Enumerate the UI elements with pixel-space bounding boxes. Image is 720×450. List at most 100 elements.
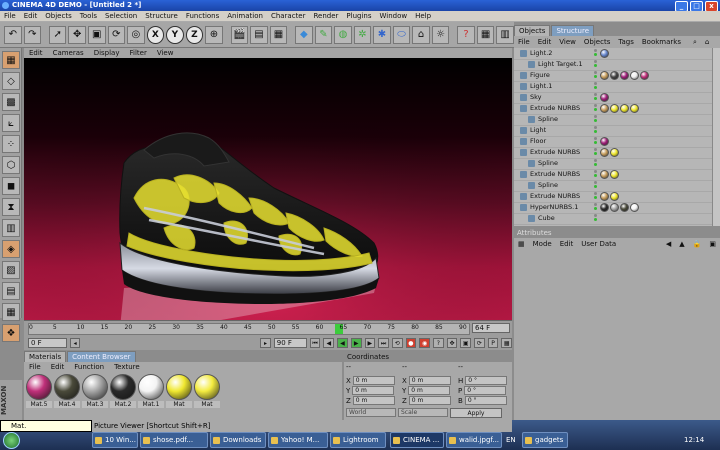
workplane-icon[interactable]: ▨	[2, 261, 20, 279]
layout-split-icon[interactable]: ▥	[496, 25, 514, 44]
taskbar-item[interactable]: CINEMA ...	[390, 432, 444, 448]
visibility-dots-icon[interactable]	[594, 126, 599, 134]
start-button[interactable]	[3, 432, 20, 449]
array-icon[interactable]: ✲	[353, 25, 372, 44]
light-icon[interactable]: ☼	[431, 25, 450, 44]
3d-viewport[interactable]	[24, 58, 512, 320]
next-arrow-icon[interactable]: ▸	[260, 337, 271, 348]
points-tool-icon[interactable]: ⁘	[2, 135, 20, 153]
visibility-dots-icon[interactable]	[594, 137, 599, 145]
material-tag-icon[interactable]	[600, 148, 609, 157]
objects-menu-objects[interactable]: Objects	[580, 36, 614, 48]
material-tag-icon[interactable]	[600, 71, 609, 80]
menu-character[interactable]: Character	[267, 11, 310, 22]
search-icon[interactable]: ⌕	[689, 36, 701, 48]
material-tag-icon[interactable]	[600, 170, 609, 179]
home-icon[interactable]: ⌂	[701, 36, 713, 48]
coordinate-field[interactable]: 0 m	[352, 396, 395, 405]
material-tag-icon[interactable]	[640, 71, 649, 80]
spline-pen-icon[interactable]: ✎	[314, 25, 333, 44]
coordinate-field[interactable]: 0 m	[352, 386, 395, 395]
frame-display[interactable]: 64 F	[472, 323, 510, 333]
menu-window[interactable]: Window	[376, 11, 412, 22]
taskbar-item[interactable]: gadgets	[522, 432, 568, 448]
deformer-icon[interactable]: ✱	[373, 25, 391, 44]
move-icon[interactable]: ✥	[68, 25, 87, 44]
material-tag-icon[interactable]	[610, 203, 619, 212]
taskbar-item[interactable]: Yahoo! M...	[268, 432, 328, 448]
cube-primitive-icon[interactable]: ◆	[295, 25, 313, 44]
menu-edit[interactable]: Edit	[20, 11, 42, 22]
autokey-icon[interactable]: ◉	[419, 337, 430, 348]
coordinate-field[interactable]: 0 °	[464, 386, 507, 395]
material-swatch[interactable]: Mat	[166, 374, 192, 408]
layout-icon[interactable]: ▦	[476, 25, 495, 44]
animation-mode-icon[interactable]: ⧗	[2, 198, 20, 216]
taskbar-item[interactable]: 10 Win...	[92, 432, 138, 448]
loop-icon[interactable]: ⟲	[391, 337, 403, 348]
live-select-icon[interactable]: ➚	[48, 25, 67, 44]
tweak-mode-icon[interactable]: ▥	[2, 219, 20, 237]
point-level-icon[interactable]: ▦	[501, 337, 513, 348]
taskbar-item[interactable]: walid.jpgf...	[446, 432, 502, 448]
coordinate-field[interactable]: 0 m	[408, 376, 451, 385]
camera-icon[interactable]: ⌂	[412, 25, 430, 44]
menu-help[interactable]: Help	[411, 11, 435, 22]
rotate-icon[interactable]: ⟳	[107, 25, 126, 44]
recent-tool-icon[interactable]: ◎	[127, 25, 145, 44]
attributes-menu-mode[interactable]: Mode	[529, 238, 556, 250]
material-swatch[interactable]: Mat.4	[54, 374, 80, 408]
z-axis-button[interactable]: Z	[185, 25, 204, 44]
prev-arrow-icon[interactable]: ◂	[69, 337, 81, 348]
lock-icon[interactable]: 🔒	[689, 238, 706, 250]
objects-menu-tags[interactable]: Tags	[614, 36, 638, 48]
prev-key-icon[interactable]: ◀	[323, 337, 335, 348]
polygons-tool-icon[interactable]: ◼	[2, 177, 20, 195]
render-picture-viewer-icon[interactable]: ▤	[250, 25, 268, 44]
coordinate-system-icon[interactable]: ⊕	[205, 25, 223, 44]
language-indicator[interactable]: EN	[506, 436, 522, 446]
materials-menu-edit[interactable]: Edit	[46, 362, 70, 372]
use-texture-axis-icon[interactable]: ⟀	[2, 114, 20, 132]
up-arrow-icon[interactable]: ▲	[675, 238, 688, 250]
material-tag-icon[interactable]	[600, 192, 609, 201]
paint-icon[interactable]: ❖	[2, 324, 20, 342]
material-tag-icon[interactable]	[620, 104, 629, 113]
object-row[interactable]: Cube	[514, 213, 712, 225]
visibility-dots-icon[interactable]	[594, 115, 599, 123]
render-settings-icon[interactable]: ▦	[269, 25, 288, 44]
render-view-icon[interactable]: 🎬	[230, 25, 249, 44]
taskbar-item[interactable]: shose.pdf...	[140, 432, 208, 448]
viewport-menu-cameras[interactable]: Cameras	[48, 48, 89, 58]
menu-render[interactable]: Render	[310, 11, 343, 22]
material-tag-icon[interactable]	[620, 71, 629, 80]
objects-menu-bookmarks[interactable]: Bookmarks	[638, 36, 685, 48]
visibility-dots-icon[interactable]	[594, 203, 599, 211]
keyframe-selection-icon[interactable]: ?	[432, 337, 444, 348]
apply-button[interactable]: Apply	[450, 408, 502, 418]
material-tag-icon[interactable]	[600, 203, 609, 212]
viewport-menu-edit[interactable]: Edit	[24, 48, 48, 58]
material-swatch[interactable]: Mat.5	[26, 374, 52, 408]
material-tag-icon[interactable]	[630, 104, 639, 113]
menu-plugins[interactable]: Plugins	[342, 11, 375, 22]
undo-icon[interactable]: ↶	[4, 25, 22, 44]
nurbs-icon[interactable]: ◍	[334, 25, 352, 44]
menu-objects[interactable]: Objects	[41, 11, 75, 22]
materials-menu-file[interactable]: File	[24, 362, 46, 372]
use-object-tool-icon[interactable]: ◇	[2, 72, 20, 90]
redo-icon[interactable]: ↷	[23, 25, 42, 44]
visibility-dots-icon[interactable]	[594, 159, 599, 167]
visibility-dots-icon[interactable]	[594, 214, 599, 222]
material-tag-icon[interactable]	[620, 203, 629, 212]
timeline-ruler[interactable]: 0 5 10 15 20 25 30 35 40 45 50 55 60 65 70 75 80 85 90	[28, 323, 470, 335]
material-swatch[interactable]: Mat.2	[110, 374, 136, 408]
viewport-menu-filter[interactable]: Filter	[125, 48, 152, 58]
visibility-dots-icon[interactable]	[594, 71, 599, 79]
coordinate-field[interactable]: 0 °	[464, 396, 507, 405]
material-tag-icon[interactable]	[630, 203, 639, 212]
coordinate-field[interactable]: 0 °	[465, 376, 508, 385]
taskbar-item[interactable]: Lightroom	[330, 432, 386, 448]
use-texture-tool-icon[interactable]: ▩	[2, 93, 20, 111]
visibility-dots-icon[interactable]	[594, 93, 599, 101]
